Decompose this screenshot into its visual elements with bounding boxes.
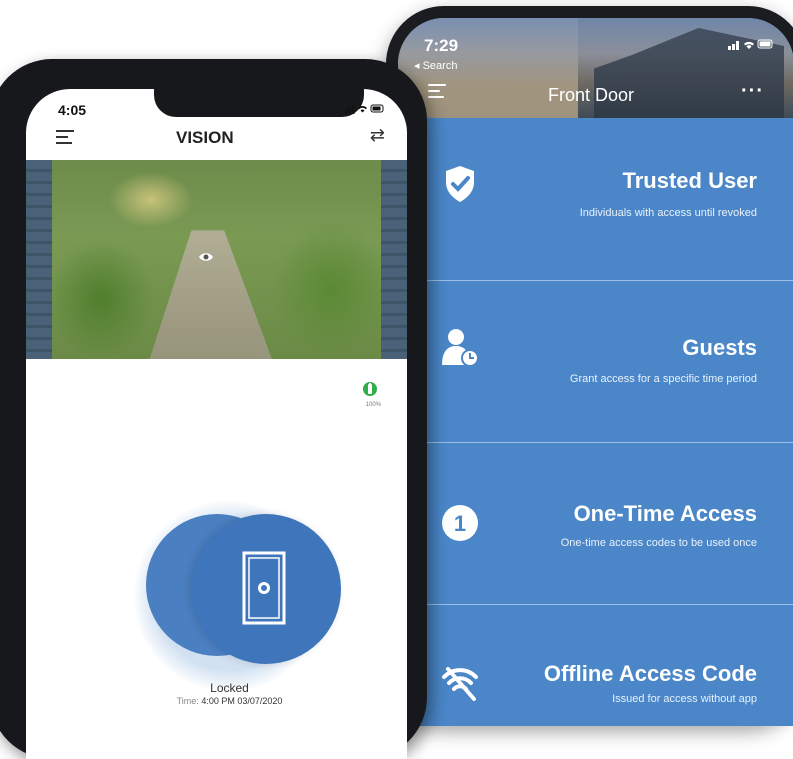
back-to-search-link[interactable]: ◂ Search (414, 59, 457, 72)
phone-notch (154, 89, 364, 117)
lock-screen: 4:05 VISION ⇄ 100% Locked Time: 4:00 PM … (26, 89, 407, 759)
camera-preview[interactable] (26, 160, 407, 359)
menu-icon[interactable] (56, 130, 74, 148)
more-options-button[interactable]: ··· (741, 80, 764, 103)
card-subtitle: Grant access for a specific time period (569, 373, 757, 385)
card-title: One-Time Access (573, 501, 757, 526)
card-title: Guests (682, 335, 757, 360)
battery-percentage: 100% (365, 402, 381, 408)
switch-lock-button[interactable]: ⇄ (370, 125, 385, 146)
card-subtitle: Individuals with access until revoked (579, 207, 757, 219)
lock-timestamp: Time: 4:00 PM 03/07/2020 (26, 696, 407, 706)
shield-check-icon (446, 166, 474, 202)
lock-status: Locked (210, 681, 249, 695)
lock-time-value: 4:00 PM 03/07/2020 (201, 696, 283, 706)
door-icon (242, 551, 286, 625)
card-subtitle: Issued for access without app (612, 693, 757, 705)
phone-front: 4:05 VISION ⇄ 100% Locked Time: 4:00 PM … (0, 59, 427, 759)
card-guests[interactable]: Guests Grant access for a specific time … (398, 280, 793, 443)
svg-text:1: 1 (454, 511, 466, 536)
card-one-time-access[interactable]: 1 One-Time Access One-time access codes … (398, 442, 793, 605)
card-subtitle: One-time access codes to be used once (560, 537, 757, 549)
status-time: 4:05 (58, 102, 87, 118)
number-one-icon: 1 (442, 505, 478, 541)
page-title: Front Door (548, 85, 635, 105)
card-title: Trusted User (622, 168, 758, 193)
card-title: Offline Access Code (543, 661, 757, 686)
no-wifi-icon (442, 667, 478, 701)
menu-icon[interactable] (428, 84, 446, 98)
card-trusted-user[interactable]: Trusted User Individuals with access unt… (398, 118, 793, 280)
card-offline-access-code[interactable]: Offline Access Code Issued for access wi… (398, 604, 793, 726)
signal-battery-icon (345, 104, 384, 114)
guest-clock-icon (442, 329, 479, 367)
signal-battery-icon (728, 39, 773, 50)
access-screen: 7:29 ◂ Search Front Door ··· Trusted Use… (398, 18, 793, 726)
eye-icon[interactable] (198, 251, 214, 263)
lock-time-label: Time: (176, 696, 199, 706)
status-icons (345, 103, 385, 117)
status-time: 7:29 (424, 36, 459, 55)
page-title: VISION (176, 128, 234, 147)
status-icons (728, 38, 774, 53)
battery-icon (363, 382, 377, 396)
phone-back: 7:29 ◂ Search Front Door ··· Trusted Use… (386, 6, 793, 726)
